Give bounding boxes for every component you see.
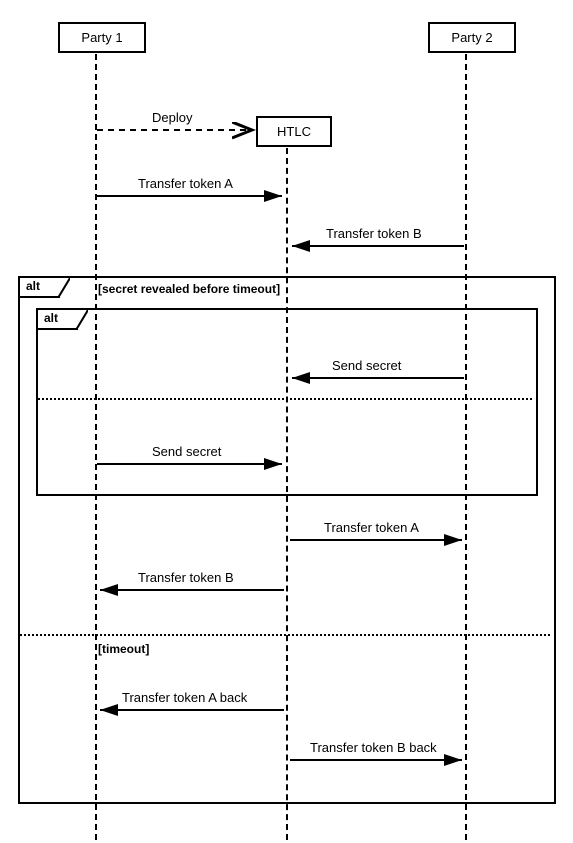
- msg-transfer-b: Transfer token B: [326, 226, 422, 241]
- alt-frame-inner: alt: [36, 308, 538, 496]
- msg-transfer-b-back: Transfer token B back: [310, 740, 437, 755]
- msg-deploy: Deploy: [152, 110, 192, 125]
- participant-party1: Party 1: [58, 22, 146, 53]
- alt-label-inner: alt: [38, 310, 78, 330]
- msg-transfer-a-back: Transfer token A back: [122, 690, 247, 705]
- divider-outer-alt: [20, 634, 550, 636]
- alt-label-text: alt: [44, 311, 58, 325]
- guard-timeout: [timeout]: [98, 642, 149, 656]
- sequence-diagram: Party 1 HTLC Party 2 alt [secret reveale…: [0, 0, 573, 843]
- guard-secret-revealed: [secret revealed before timeout]: [98, 282, 280, 296]
- alt-label-text: alt: [26, 279, 40, 293]
- msg-transfer-a: Transfer token A: [138, 176, 233, 191]
- participant-label: Party 2: [451, 30, 492, 45]
- participant-label: HTLC: [277, 124, 311, 139]
- alt-label-outer: alt: [20, 278, 60, 298]
- participant-party2: Party 2: [428, 22, 516, 53]
- msg-transfer-b-out: Transfer token B: [138, 570, 234, 585]
- divider-inner-alt: [38, 398, 532, 400]
- msg-transfer-a-out: Transfer token A: [324, 520, 419, 535]
- msg-send-secret-p1: Send secret: [152, 444, 221, 459]
- msg-send-secret-p2: Send secret: [332, 358, 401, 373]
- participant-label: Party 1: [81, 30, 122, 45]
- participant-htlc: HTLC: [256, 116, 332, 147]
